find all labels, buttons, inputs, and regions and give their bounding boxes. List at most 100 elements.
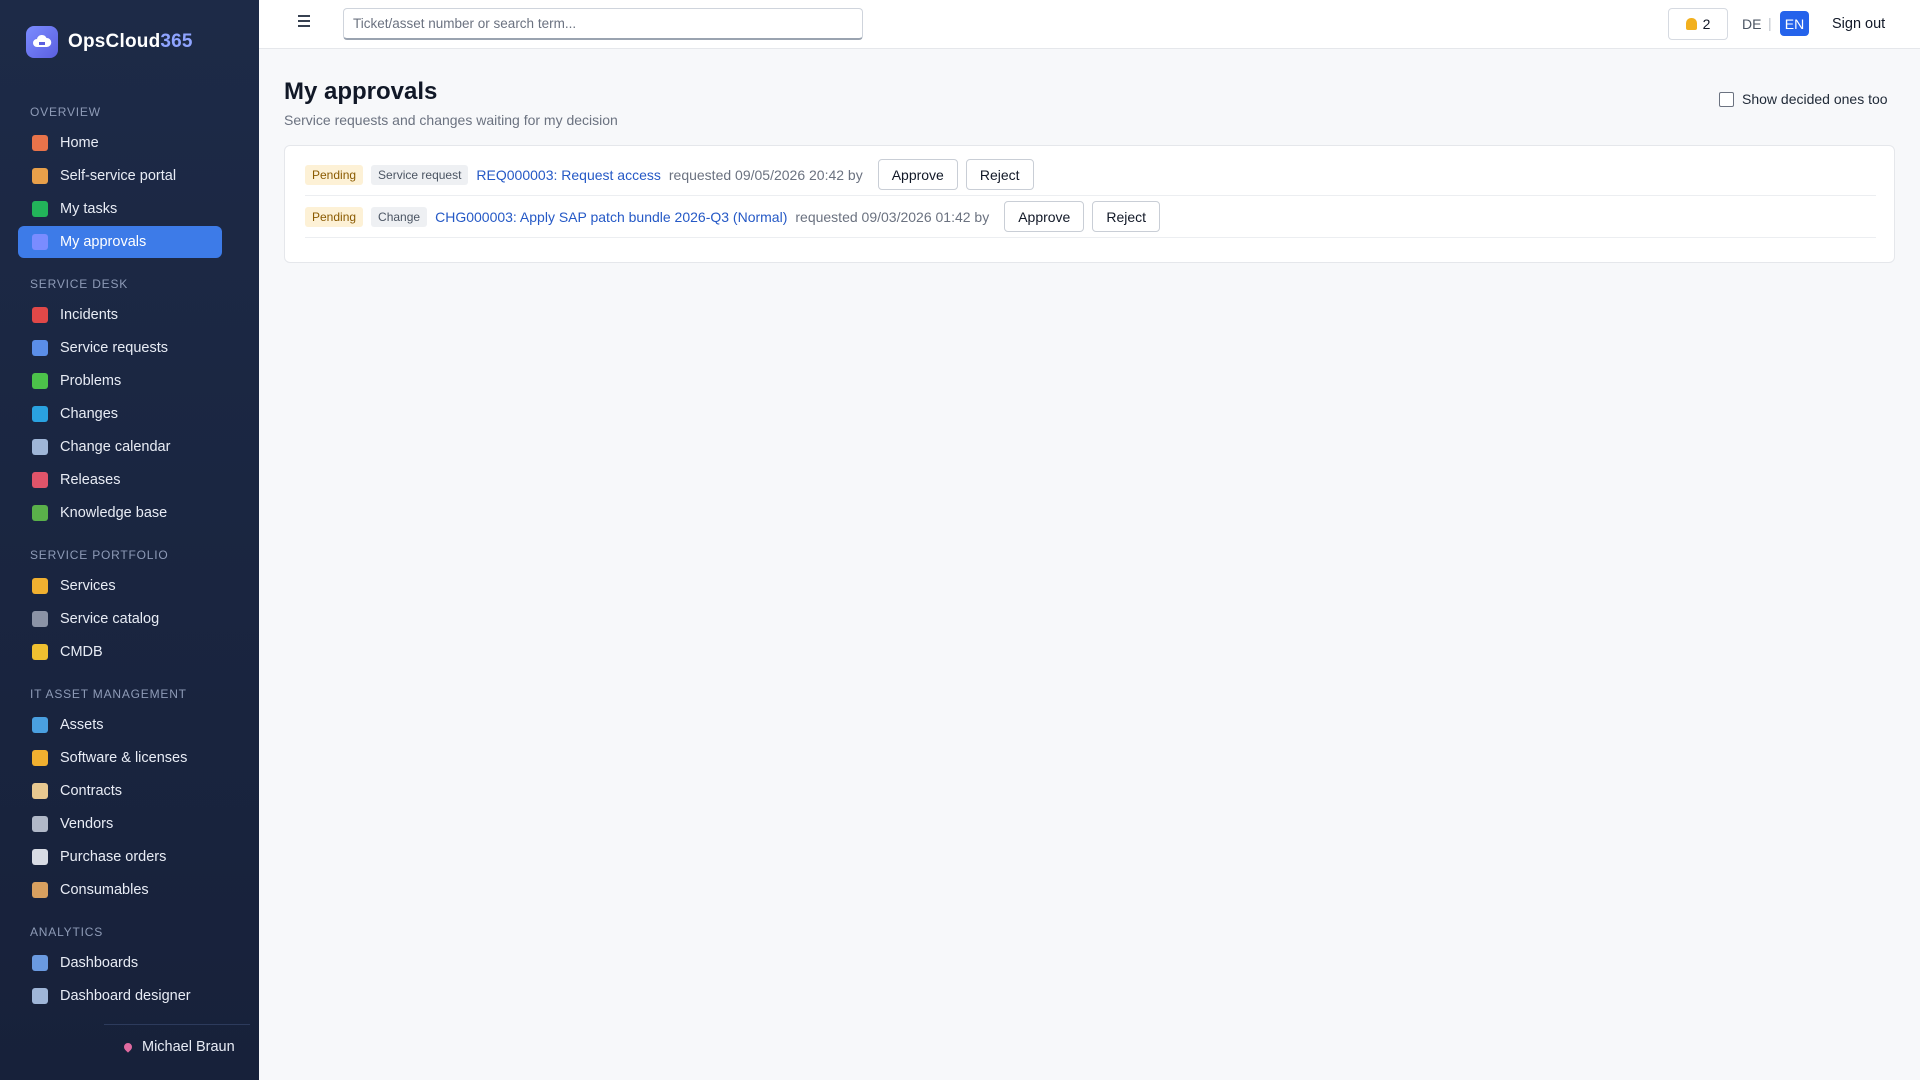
type-badge: Change [371,206,428,227]
sidebar-item-dashboards[interactable]: Dashboards [18,947,222,979]
sidebar-item-home[interactable]: Home [18,127,222,159]
sidebar-item-purchase-orders[interactable]: Purchase orders [18,841,222,873]
sidebar-item-self-service-portal[interactable]: Self-service portal [18,160,222,192]
sidebar-item-consumables[interactable]: Consumables [18,874,222,906]
sidebar-item-label: Incidents [60,307,119,323]
user-name: Michael Braun [142,1039,235,1055]
sidebar-item-label: My tasks [60,201,118,217]
show-decided-checkbox[interactable] [1719,91,1734,107]
folder-icon [32,644,48,660]
notification-count: 2 [1702,16,1711,32]
sidebar: OpsCloud365 OVERVIEW Home Self-service por… [0,0,259,1080]
approve-button[interactable]: Approve [877,159,958,190]
grid-icon [32,988,48,1004]
sidebar-item-problems[interactable]: Problems [18,365,222,397]
sidebar-item-label: Service requests [60,340,168,356]
rocket-icon [32,472,48,488]
sidebar-item-my-approvals[interactable]: My approvals [18,226,222,258]
section-label: SERVICE PORTFOLIO [30,548,169,562]
cloud-logo-icon [26,26,58,58]
approvals-card: Pending Service request REQ000003: Reque… [284,145,1895,263]
sidebar-item-dashboard-designer[interactable]: Dashboard designer [18,980,222,1012]
request-meta: requested 09/05/2026 20:42 by [668,166,863,183]
type-badge: Service request [371,164,469,185]
divider [104,1024,250,1025]
receipt-icon [32,849,48,865]
sidebar-item-cmdb[interactable]: CMDB [18,636,222,668]
bell-icon [1685,18,1697,30]
topbar: 2 DE | EN Sign out [259,0,1920,49]
scroll-icon [32,783,48,799]
pin-icon [122,1041,134,1053]
calendar-icon [32,439,48,455]
repeat-icon [32,406,48,422]
sidebar-item-label: Dashboards [60,955,139,971]
approval-row: Pending Service request REQ000003: Reque… [305,154,1876,196]
sidebar-item-change-calendar[interactable]: Change calendar [18,431,222,463]
sidebar-item-label: CMDB [60,644,103,660]
user-profile[interactable]: Michael Braun [122,1039,235,1055]
reject-button[interactable]: Reject [1092,201,1161,232]
section-label: IT ASSET MANAGEMENT [30,687,187,701]
ticket-link[interactable]: CHG000003: Apply SAP patch bundle 2026-Q… [435,209,787,225]
brand[interactable]: OpsCloud365 [26,26,193,58]
sidebar-item-label: Problems [60,373,122,389]
sidebar-item-label: Home [60,135,99,151]
sidebar-item-service-requests[interactable]: Service requests [18,332,222,364]
menu-toggle-icon[interactable] [298,15,310,27]
sidebar-item-label: Consumables [60,882,149,898]
sidebar-item-contracts[interactable]: Contracts [18,775,222,807]
approve-button[interactable]: Approve [1004,201,1085,232]
sidebar-item-label: Knowledge base [60,505,168,521]
sidebar-item-software-licenses[interactable]: Software & licenses [18,742,222,774]
request-meta: requested 09/03/2026 01:42 by [795,208,990,225]
sidebar-item-releases[interactable]: Releases [18,464,222,496]
sidebar-item-label: Releases [60,472,121,488]
search-input[interactable] [343,8,863,40]
approval-row: Pending Change CHG000003: Apply SAP patc… [305,196,1876,238]
sidebar-item-label: Software & licenses [60,750,188,766]
ticket-link[interactable]: REQ000003: Request access [476,167,660,183]
lang-en-button[interactable]: EN [1780,11,1809,36]
section-label: SERVICE DESK [30,277,129,291]
person-icon [32,168,48,184]
laptop-icon [32,717,48,733]
sidebar-item-services[interactable]: Services [18,570,222,602]
sidebar-item-label: Contracts [60,783,123,799]
sidebar-item-knowledge-base[interactable]: Knowledge base [18,497,222,529]
notifications-button[interactable]: 2 [1668,8,1728,40]
status-badge: Pending [305,206,364,227]
page-subtitle: Service requests and changes waiting for… [284,112,618,128]
catalog-icon [32,611,48,627]
bell-service-icon [32,578,48,594]
lang-de-button[interactable]: DE [1742,16,1761,32]
sidebar-item-label: Changes [60,406,119,422]
lang-separator: | [1768,15,1772,31]
sidebar-item-label: Assets [60,717,104,733]
section-label: ANALYTICS [30,925,103,939]
sidebar-item-incidents[interactable]: Incidents [18,299,222,331]
sidebar-item-label: My approvals [60,234,147,250]
package-icon [32,882,48,898]
brand-name: OpsCloud365 [68,31,193,52]
puzzle-icon [32,373,48,389]
section-label: OVERVIEW [30,105,101,119]
sign-out-button[interactable]: Sign out [1832,16,1885,32]
show-decided-toggle[interactable]: Show decided ones too [1719,91,1888,107]
books-icon [32,505,48,521]
sidebar-item-label: Purchase orders [60,849,167,865]
reject-button[interactable]: Reject [965,159,1034,190]
show-decided-label: Show decided ones too [1742,91,1888,107]
sidebar-item-label: Dashboard designer [60,988,191,1004]
bar-chart-icon [32,955,48,971]
sidebar-item-my-tasks[interactable]: My tasks [18,193,222,225]
checkbox-icon [32,201,48,217]
sidebar-item-vendors[interactable]: Vendors [18,808,222,840]
sidebar-item-assets[interactable]: Assets [18,709,222,741]
sidebar-item-label: Vendors [60,816,114,832]
sidebar-item-label: Service catalog [60,611,160,627]
sidebar-item-service-catalog[interactable]: Service catalog [18,603,222,635]
sidebar-item-changes[interactable]: Changes [18,398,222,430]
page-title: My approvals [284,78,438,105]
status-badge: Pending [305,164,364,185]
